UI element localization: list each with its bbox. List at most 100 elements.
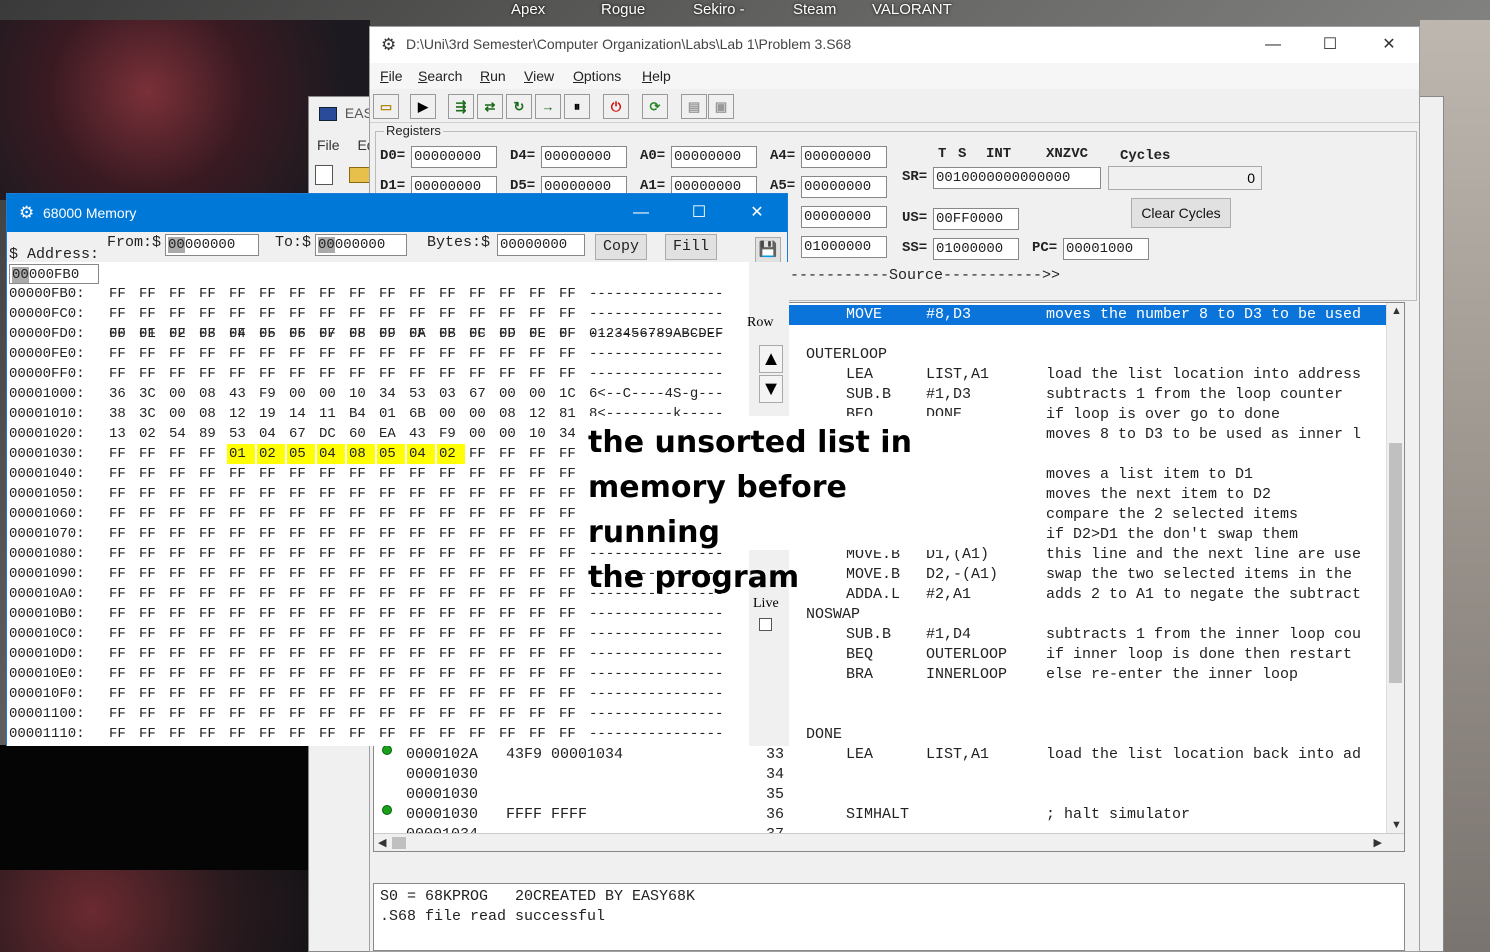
memory-byte[interactable]: FF — [377, 684, 405, 704]
memory-byte[interactable]: FF — [287, 604, 315, 624]
memory-byte[interactable]: FF — [257, 644, 285, 664]
reg-a5-field[interactable]: 00000000 — [801, 176, 887, 198]
trace-icon[interactable]: ⇄ — [477, 94, 503, 119]
memory-byte[interactable]: FF — [497, 484, 525, 504]
memory-byte[interactable]: FF — [167, 444, 195, 464]
memory-byte[interactable]: FF — [317, 284, 345, 304]
memory-byte[interactable]: FF — [257, 324, 285, 344]
memory-byte[interactable]: 38 — [107, 404, 135, 424]
memory-byte[interactable]: FF — [227, 504, 255, 524]
memory-byte[interactable]: FF — [227, 684, 255, 704]
memory-byte[interactable]: FF — [377, 544, 405, 564]
maximize-button[interactable]: ☐ — [676, 199, 722, 227]
memory-byte[interactable]: FF — [137, 444, 165, 464]
memory-byte[interactable]: FF — [377, 284, 405, 304]
memory-byte[interactable]: EA — [377, 424, 405, 444]
reg-a0-field[interactable]: 00000000 — [671, 146, 757, 168]
memory-byte[interactable]: FF — [527, 624, 555, 644]
memory-byte[interactable]: FF — [497, 624, 525, 644]
log-stop-icon[interactable]: ▣ — [708, 94, 734, 119]
memory-byte[interactable]: FF — [437, 624, 465, 644]
memory-byte[interactable]: FF — [407, 564, 435, 584]
save-icon[interactable]: 💾 — [755, 237, 781, 263]
memory-byte[interactable]: FF — [287, 344, 315, 364]
memory-byte[interactable]: FF — [257, 464, 285, 484]
memory-byte[interactable]: FF — [557, 284, 585, 304]
memory-byte[interactable]: FF — [287, 584, 315, 604]
memory-byte[interactable]: FF — [287, 704, 315, 724]
memory-byte[interactable]: 05 — [377, 444, 405, 464]
memory-byte[interactable]: FF — [377, 464, 405, 484]
memory-byte[interactable]: 00 — [497, 424, 525, 444]
new-file-icon[interactable] — [315, 165, 333, 185]
memory-byte[interactable]: FF — [197, 644, 225, 664]
memory-byte[interactable]: 02 — [137, 424, 165, 444]
pause-icon[interactable]: ⏸ — [564, 94, 590, 119]
memory-byte[interactable]: FF — [437, 364, 465, 384]
reg-a4-field[interactable]: 00000000 — [801, 146, 887, 168]
memory-byte[interactable]: FF — [557, 684, 585, 704]
memory-byte[interactable]: FF — [287, 284, 315, 304]
memory-byte[interactable]: FF — [467, 564, 495, 584]
address-field[interactable]: 00000FB0 — [9, 264, 99, 284]
memory-byte[interactable]: FF — [287, 644, 315, 664]
memory-byte[interactable]: FF — [137, 564, 165, 584]
memory-byte[interactable]: FF — [287, 524, 315, 544]
memory-byte[interactable]: FF — [467, 364, 495, 384]
memory-byte[interactable]: 19 — [257, 404, 285, 424]
memory-byte[interactable]: FF — [167, 304, 195, 324]
memory-byte[interactable]: 67 — [287, 424, 315, 444]
memory-byte[interactable]: FF — [167, 484, 195, 504]
maximize-button[interactable]: ☐ — [1307, 31, 1353, 59]
memory-byte[interactable]: FF — [527, 444, 555, 464]
desktop-shortcut-label[interactable]: Sekiro - — [693, 1, 745, 18]
memory-byte[interactable]: 00 — [287, 384, 315, 404]
memory-byte[interactable]: FF — [287, 484, 315, 504]
reload-icon[interactable]: ⟳ — [642, 94, 668, 119]
memory-byte[interactable]: FF — [497, 324, 525, 344]
memory-byte[interactable]: FF — [437, 544, 465, 564]
memory-byte[interactable]: FF — [227, 644, 255, 664]
memory-byte[interactable]: FF — [197, 304, 225, 324]
memory-byte[interactable]: FF — [317, 584, 345, 604]
memory-byte[interactable]: FF — [167, 324, 195, 344]
open-icon[interactable]: ▭ — [373, 94, 399, 119]
horizontal-scrollbar[interactable]: ◀ ▶ — [374, 833, 1404, 851]
memory-byte[interactable]: 08 — [197, 404, 225, 424]
memory-byte[interactable]: FF — [407, 504, 435, 524]
memory-byte[interactable]: FF — [287, 304, 315, 324]
memory-byte[interactable]: FF — [527, 704, 555, 724]
bytes-field[interactable]: 00000000 — [497, 234, 585, 256]
memory-byte[interactable]: 10 — [347, 384, 375, 404]
memory-byte[interactable]: FF — [407, 544, 435, 564]
memory-byte[interactable]: FF — [347, 724, 375, 744]
memory-byte[interactable]: FF — [467, 464, 495, 484]
reg-pc-field[interactable]: 00001000 — [1063, 238, 1149, 260]
memory-byte[interactable]: 6B — [407, 404, 435, 424]
memory-byte[interactable]: 01 — [227, 444, 255, 464]
memory-byte[interactable]: FF — [197, 624, 225, 644]
memory-byte[interactable]: FF — [107, 364, 135, 384]
memory-byte[interactable]: FF — [257, 284, 285, 304]
memory-byte[interactable]: FF — [527, 684, 555, 704]
close-button[interactable]: ✕ — [734, 199, 780, 227]
memory-byte[interactable]: FF — [437, 604, 465, 624]
desktop-shortcut-label[interactable]: Apex — [511, 1, 545, 18]
memory-byte[interactable]: FF — [257, 684, 285, 704]
memory-byte[interactable]: FF — [107, 544, 135, 564]
memory-byte[interactable]: FF — [467, 304, 495, 324]
memory-byte[interactable]: FF — [317, 544, 345, 564]
memory-byte[interactable]: FF — [287, 724, 315, 744]
memory-byte[interactable]: FF — [137, 304, 165, 324]
memory-byte[interactable]: FF — [167, 584, 195, 604]
memory-byte[interactable]: 00 — [437, 404, 465, 424]
memory-byte[interactable]: FF — [317, 644, 345, 664]
memory-byte[interactable]: FF — [527, 344, 555, 364]
title-bar[interactable]: ⚙ D:\Uni\3rd Semester\Computer Organizat… — [370, 27, 1419, 63]
code-line[interactable]: 00001030 FFFF FFFF 36 SIMHALT ; halt simulat… — [374, 805, 1394, 825]
minimize-button[interactable]: — — [618, 199, 664, 227]
memory-byte[interactable]: FF — [437, 664, 465, 684]
memory-byte[interactable]: FF — [347, 584, 375, 604]
memory-byte[interactable]: FF — [317, 304, 345, 324]
memory-byte[interactable]: FF — [527, 584, 555, 604]
